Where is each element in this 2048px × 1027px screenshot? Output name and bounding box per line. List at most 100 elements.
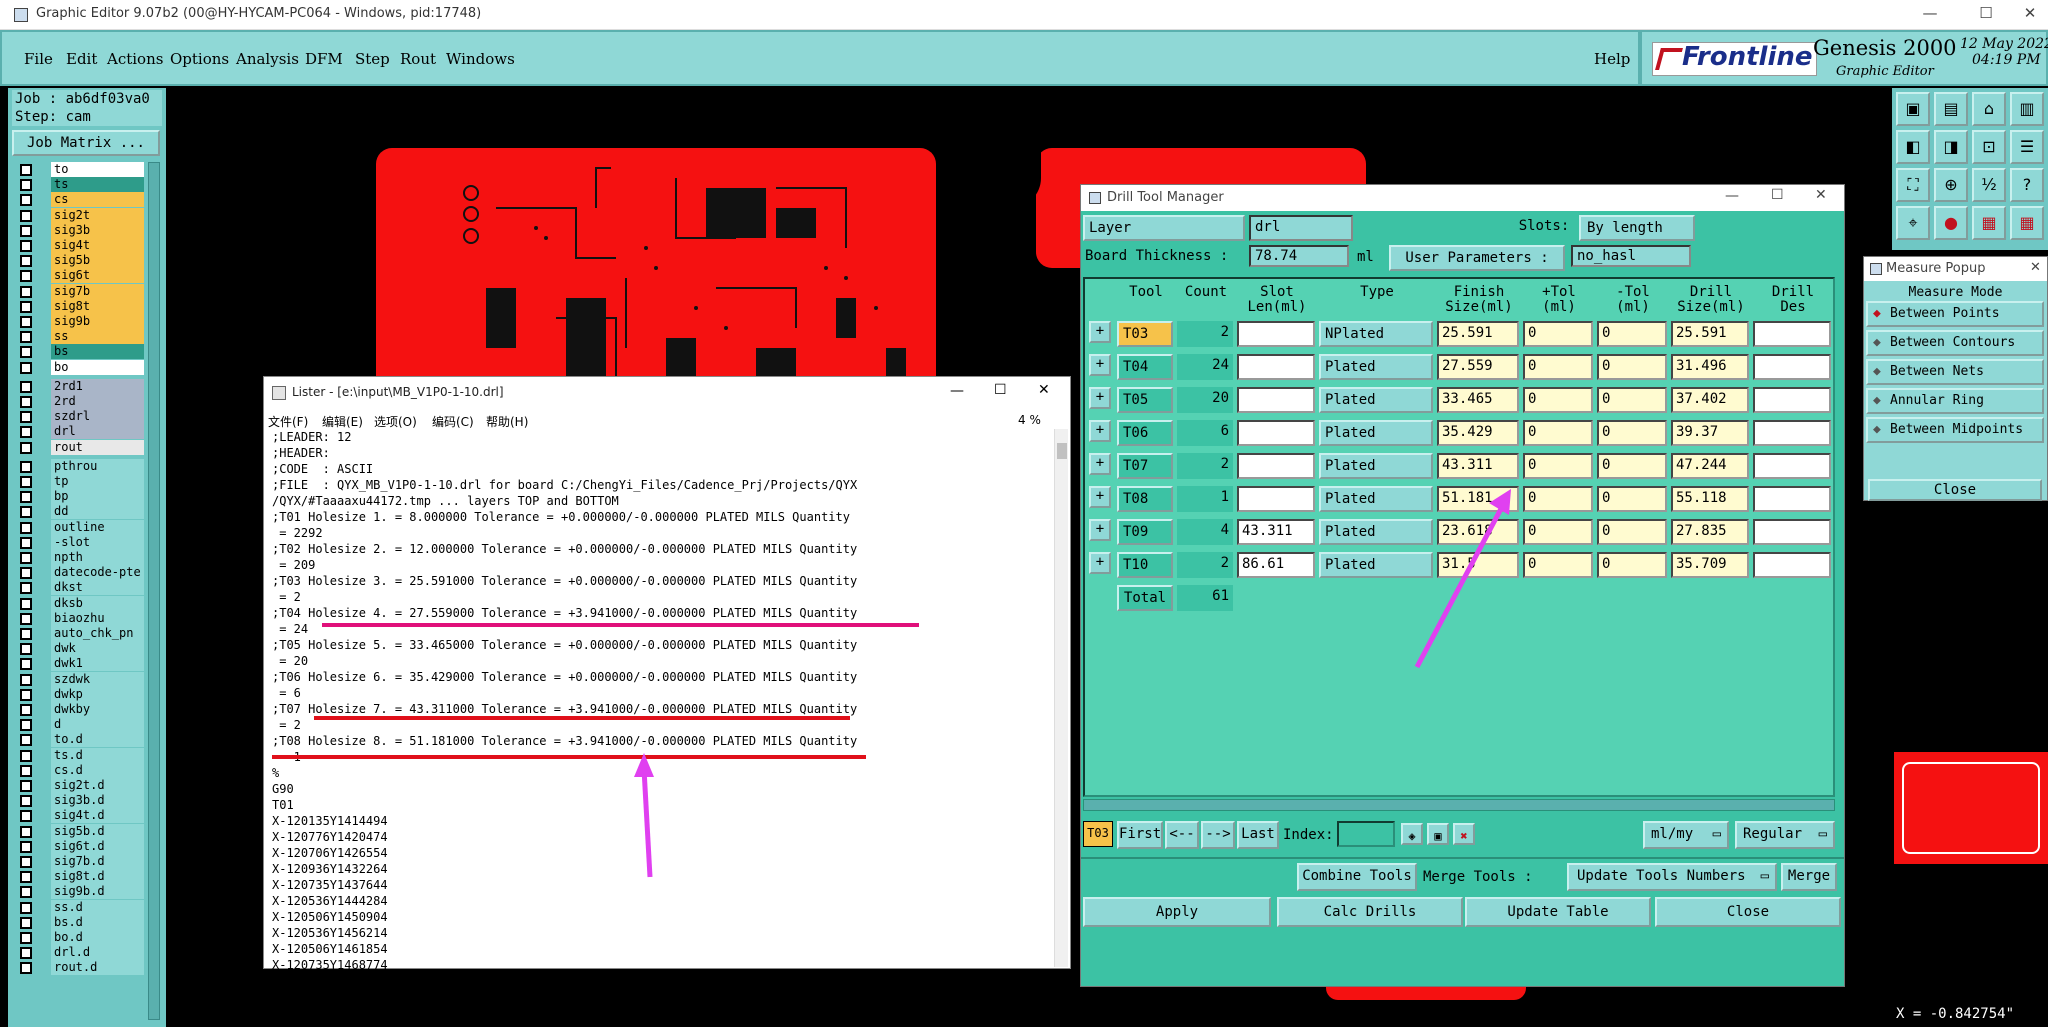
layer-name[interactable]: sig9b bbox=[51, 314, 144, 329]
layer-checkbox[interactable] bbox=[20, 764, 32, 777]
lister-menu-help[interactable]: 帮助(H) bbox=[486, 413, 528, 430]
maximize-button[interactable]: ☐ bbox=[1966, 4, 2006, 26]
layer-row[interactable]: sig2t.d bbox=[12, 778, 144, 793]
layer-name[interactable]: bs.d bbox=[51, 914, 144, 930]
menu-windows[interactable]: Windows bbox=[446, 50, 515, 68]
plus-tol-input[interactable]: 0 bbox=[1523, 552, 1593, 578]
layer-row[interactable]: sig3b.d bbox=[12, 793, 144, 809]
layer-row[interactable]: sig2t bbox=[12, 207, 144, 223]
layer-checkbox[interactable] bbox=[20, 209, 32, 222]
toolbar-fit-icon[interactable]: ⛶ bbox=[1896, 168, 1930, 202]
layer-checkbox[interactable] bbox=[20, 628, 32, 640]
index-input[interactable] bbox=[1337, 821, 1395, 847]
layer-scrollbar[interactable] bbox=[148, 162, 160, 1020]
tool-button[interactable]: T10 bbox=[1117, 552, 1173, 578]
layer-checkbox[interactable] bbox=[20, 597, 32, 610]
minus-tol-input[interactable]: 0 bbox=[1597, 354, 1667, 380]
layer-name[interactable]: sig4t bbox=[51, 238, 144, 253]
layer-name[interactable]: sig9b.d bbox=[51, 884, 144, 900]
prev-button[interactable]: <-- bbox=[1165, 821, 1199, 849]
row-expand-button[interactable]: + bbox=[1089, 486, 1111, 508]
drill-size-input[interactable]: 55.118 bbox=[1671, 486, 1749, 512]
plus-tol-input[interactable]: 0 bbox=[1523, 354, 1593, 380]
lister-menu-options[interactable]: 选项(O) bbox=[374, 413, 417, 430]
close-button[interactable]: ✕ bbox=[2010, 4, 2048, 26]
layer-name[interactable]: to bbox=[51, 162, 144, 177]
toolbar-measure-icon[interactable]: ⌖ bbox=[1896, 206, 1930, 240]
menu-options[interactable]: Options bbox=[170, 50, 229, 68]
layer-row[interactable]: sig4t.d bbox=[12, 808, 144, 824]
plus-tol-input[interactable]: 0 bbox=[1523, 519, 1593, 545]
dtm-close-button[interactable]: ✕ bbox=[1815, 187, 1827, 203]
layer-row[interactable]: d bbox=[12, 717, 144, 733]
row-expand-button[interactable]: + bbox=[1089, 420, 1111, 442]
drill-des-input[interactable] bbox=[1753, 486, 1831, 512]
slot-length-input[interactable]: 43.311 bbox=[1237, 519, 1315, 545]
layer-checkbox[interactable] bbox=[20, 749, 32, 762]
layer-checkbox[interactable] bbox=[20, 825, 32, 838]
layer-name[interactable]: drl bbox=[51, 424, 144, 440]
layer-row[interactable]: dksb bbox=[12, 595, 144, 611]
layer-row[interactable]: 2rd1 bbox=[12, 378, 144, 394]
layer-checkbox[interactable] bbox=[20, 361, 32, 374]
layer-field[interactable]: drl bbox=[1249, 215, 1353, 241]
layer-row[interactable]: dwkp bbox=[12, 686, 144, 702]
slot-length-input[interactable] bbox=[1237, 321, 1315, 347]
layer-name[interactable]: tp bbox=[51, 474, 144, 489]
layer-row[interactable]: outline bbox=[12, 519, 144, 535]
layer-row[interactable]: ts bbox=[12, 177, 144, 193]
tool-button[interactable]: T03 bbox=[1117, 321, 1173, 347]
plus-tol-input[interactable]: 0 bbox=[1523, 321, 1593, 347]
layer-name[interactable]: 2rd1 bbox=[51, 378, 144, 394]
minimap[interactable] bbox=[1894, 752, 2048, 864]
measure-option[interactable]: ◆ Between Nets bbox=[1866, 359, 2044, 385]
layer-row[interactable]: tp bbox=[12, 474, 144, 489]
layer-name[interactable]: sig6t bbox=[51, 268, 144, 284]
measure-option[interactable]: ◆ Between Points bbox=[1866, 301, 2044, 327]
layer-row[interactable]: 2rd bbox=[12, 394, 144, 409]
layer-checkbox[interactable] bbox=[20, 460, 32, 473]
layer-name[interactable]: rout.d bbox=[51, 960, 144, 976]
toolbar-help-icon[interactable]: ? bbox=[2010, 168, 2044, 202]
type-select[interactable]: Plated bbox=[1319, 387, 1433, 413]
lister-content[interactable]: ;LEADER: 12 ;HEADER: ;CODE : ASCII ;FILE : … bbox=[272, 429, 857, 973]
layer-checkbox[interactable] bbox=[20, 916, 32, 929]
user-parameters-input[interactable]: no_hasl bbox=[1571, 245, 1691, 267]
dtm-close-action-button[interactable]: Close bbox=[1655, 897, 1841, 927]
drill-size-input[interactable]: 27.835 bbox=[1671, 519, 1749, 545]
layer-name[interactable]: cs bbox=[51, 192, 144, 208]
toolbar-home-icon[interactable]: ⌂ bbox=[1972, 92, 2006, 126]
lister-maximize-button[interactable]: ☐ bbox=[994, 382, 1007, 398]
layer-name[interactable]: sig3b bbox=[51, 222, 144, 238]
slot-length-input[interactable] bbox=[1237, 486, 1315, 512]
layer-name[interactable]: outline bbox=[51, 519, 144, 535]
layer-name[interactable]: sig2t bbox=[51, 207, 144, 223]
layer-row[interactable]: sig6t.d bbox=[12, 838, 144, 854]
layer-name[interactable]: dwk1 bbox=[51, 656, 144, 672]
job-matrix-button[interactable]: Job Matrix ... bbox=[12, 130, 160, 156]
minus-tol-input[interactable]: 0 bbox=[1597, 321, 1667, 347]
layer-name[interactable]: dwk bbox=[51, 641, 144, 657]
layer-checkbox[interactable] bbox=[20, 194, 32, 207]
layer-name[interactable]: ts.d bbox=[51, 747, 144, 763]
merge-button[interactable]: Merge bbox=[1781, 863, 1837, 891]
drill-size-input[interactable]: 37.402 bbox=[1671, 387, 1749, 413]
layer-row[interactable]: bs bbox=[12, 344, 144, 360]
menu-edit[interactable]: Edit bbox=[66, 50, 97, 68]
drill-des-input[interactable] bbox=[1753, 552, 1831, 578]
table-scrollbar-horizontal[interactable] bbox=[1083, 799, 1835, 811]
layer-row[interactable]: dd bbox=[12, 504, 144, 520]
layer-row[interactable]: sig3b bbox=[12, 222, 144, 238]
layer-row[interactable]: cs.d bbox=[12, 762, 144, 778]
slot-length-input[interactable] bbox=[1237, 453, 1315, 479]
last-button[interactable]: Last bbox=[1237, 821, 1279, 849]
finish-size-input[interactable]: 43.311 bbox=[1437, 453, 1519, 479]
drill-size-input[interactable]: 31.496 bbox=[1671, 354, 1749, 380]
update-tools-numbers-select[interactable]: Update Tools Numbers ▭ bbox=[1567, 863, 1777, 891]
lister-scrollbar[interactable] bbox=[1054, 429, 1068, 967]
layer-name[interactable]: sig5b bbox=[51, 253, 144, 269]
lister-scroll-thumb[interactable] bbox=[1057, 443, 1067, 459]
layer-row[interactable]: bo.d bbox=[12, 930, 144, 945]
layer-name[interactable]: rout bbox=[51, 439, 144, 455]
layer-checkbox[interactable] bbox=[20, 224, 32, 237]
